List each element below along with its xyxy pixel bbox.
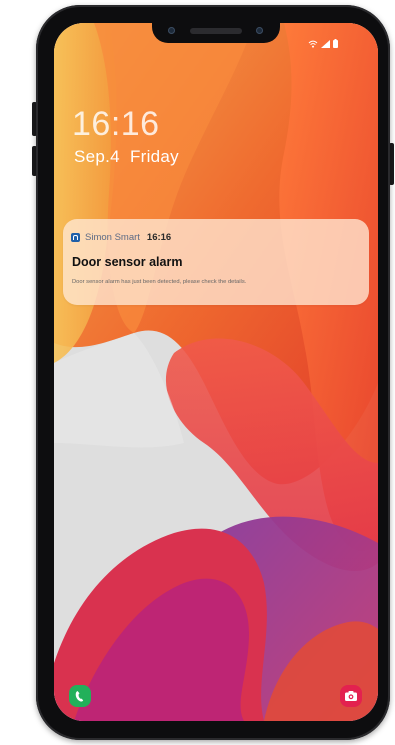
camera-shortcut-button[interactable] <box>340 685 362 707</box>
lock-screen[interactable]: 16:16 Sep.4 Friday Simon Smart 16:16 Door… <box>54 23 378 721</box>
simon-smart-app-icon <box>71 233 80 242</box>
notification-app-name: Simon Smart <box>85 232 140 243</box>
lock-date: Sep.4 Friday <box>74 147 189 167</box>
battery-icon <box>333 39 338 48</box>
status-bar <box>308 39 338 48</box>
weekday-label: Friday <box>129 147 179 166</box>
notch <box>152 23 280 43</box>
canvas: 16:16 Sep.4 Friday Simon Smart 16:16 Door… <box>0 0 395 745</box>
wifi-icon <box>308 40 318 48</box>
notification-card[interactable]: Simon Smart 16:16 Door sensor alarm Door… <box>63 219 369 305</box>
earpiece-speaker <box>190 28 242 34</box>
notification-title: Door sensor alarm <box>72 255 183 269</box>
notification-body: Door sensor alarm has just been detected… <box>72 279 247 285</box>
phone-icon <box>75 691 84 702</box>
notification-time: 16:16 <box>146 232 172 243</box>
signal-icon <box>321 40 330 48</box>
lock-clock: 16:16 <box>72 105 160 143</box>
sensor-icon <box>256 27 263 34</box>
date-label: Sep.4 <box>74 147 120 166</box>
front-camera-icon <box>168 27 175 34</box>
notification-header: Simon Smart 16:16 <box>71 232 171 243</box>
camera-icon <box>345 691 357 701</box>
phone-shortcut-button[interactable] <box>69 685 91 707</box>
